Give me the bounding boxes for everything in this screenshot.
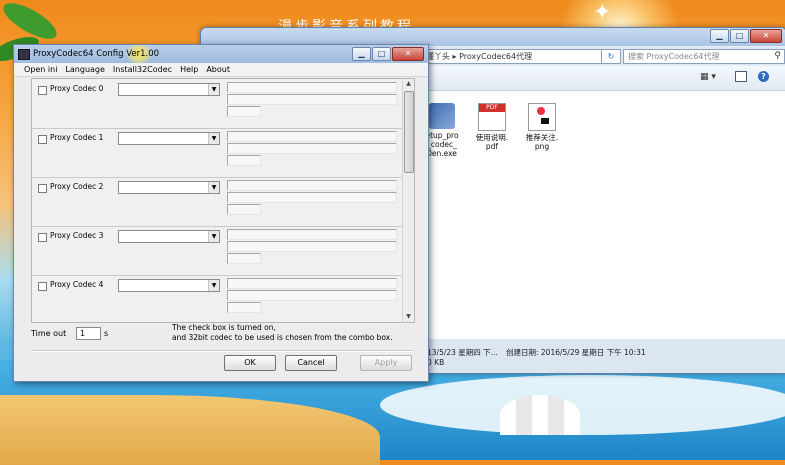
umbrella-decoration — [500, 395, 580, 435]
codec-label: Proxy Codec 0 — [50, 84, 104, 93]
details-created: 创建日期: 2016/5/29 星期日 下午 10:31 — [506, 348, 646, 357]
close-button[interactable]: ✕ — [392, 47, 424, 61]
scroll-up-icon[interactable]: ▲ — [403, 79, 414, 89]
codec-combo[interactable]: ▼ — [118, 132, 220, 145]
codec-fourcc-field — [227, 106, 261, 117]
menu-bar: Open ini Language Install32Codec Help Ab… — [14, 63, 428, 77]
image-icon — [528, 103, 556, 131]
codec-info-field — [227, 192, 397, 203]
refresh-icon[interactable]: ↻ — [601, 49, 621, 64]
file-name: etup_pro _codec_ 0en.exe — [425, 131, 459, 158]
menu-open-ini[interactable]: Open ini — [20, 63, 61, 76]
codec-info-field — [227, 143, 397, 154]
minimize-button[interactable]: ▁ — [352, 47, 371, 61]
codec-row: Proxy Codec 3 ▼ — [32, 226, 402, 276]
codec-combo[interactable]: ▼ — [118, 83, 220, 96]
file-name: 使用说明. pdf — [475, 133, 509, 151]
codec-path-field — [227, 131, 397, 142]
apply-button[interactable]: Apply — [360, 355, 412, 371]
codec-path-field — [227, 180, 397, 191]
menu-help[interactable]: Help — [176, 63, 202, 76]
codec-list-panel: Proxy Codec 0 ▼ Proxy Codec 1 ▼ Proxy Co… — [31, 78, 415, 323]
wave-decoration — [380, 375, 785, 435]
sparkle-icon: ✦ — [593, 0, 612, 25]
codec-row: Proxy Codec 4 ▼ — [32, 275, 402, 322]
codec-fourcc-field — [227, 204, 261, 215]
search-input[interactable]: 搜索 ProxyCodec64代理 ⚲ — [623, 49, 785, 64]
address-field[interactable]: 懂丫头 ▸ ProxyCodec64代理 — [421, 49, 607, 64]
close-button[interactable]: ✕ — [750, 29, 782, 43]
codec-fourcc-field — [227, 302, 261, 313]
dialog-title: ProxyCodec64 Config Ver1.00 — [33, 49, 160, 59]
codec-combo[interactable]: ▼ — [118, 181, 220, 194]
ok-button[interactable]: OK — [224, 355, 276, 371]
codec-label: Proxy Codec 1 — [50, 133, 104, 142]
help-icon[interactable]: ? — [758, 71, 769, 82]
codec-label: Proxy Codec 3 — [50, 231, 104, 240]
file-name: 推荐关注. png — [525, 133, 559, 151]
codec-combo[interactable]: ▼ — [118, 279, 220, 292]
codec-info-field — [227, 290, 397, 301]
installer-icon — [429, 103, 455, 129]
codec-label: Proxy Codec 4 — [50, 280, 104, 289]
chevron-down-icon[interactable]: ▼ — [208, 280, 219, 291]
codec-checkbox[interactable] — [38, 282, 47, 291]
menu-install32codec[interactable]: Install32Codec — [109, 63, 176, 76]
menu-language[interactable]: Language — [61, 63, 108, 76]
codec-checkbox[interactable] — [38, 135, 47, 144]
codec-path-field — [227, 82, 397, 93]
codec-checkbox[interactable] — [38, 184, 47, 193]
file-item-pdf[interactable]: PDF 使用说明. pdf — [469, 103, 515, 151]
timeout-input[interactable]: 1 — [76, 327, 101, 340]
search-placeholder: 搜索 ProxyCodec64代理 — [628, 52, 720, 61]
divider — [31, 350, 413, 352]
scroll-thumb[interactable] — [404, 91, 414, 173]
scroll-down-icon[interactable]: ▼ — [403, 312, 414, 322]
codec-row: Proxy Codec 0 ▼ — [32, 79, 402, 129]
details-modified: 13/5/23 星期四 下... — [427, 348, 498, 357]
codec-fourcc-field — [227, 253, 261, 264]
help-line-1: The check box is turned on, — [172, 323, 276, 332]
menu-about[interactable]: About — [202, 63, 234, 76]
codec-checkbox[interactable] — [38, 86, 47, 95]
timeout-unit: s — [104, 329, 109, 338]
dialog-titlebar[interactable]: ProxyCodec64 Config Ver1.00 ▁ □ ✕ — [14, 45, 428, 63]
codec-row: Proxy Codec 2 ▼ — [32, 177, 402, 227]
chevron-down-icon[interactable]: ▼ — [208, 84, 219, 95]
file-item-png[interactable]: 推荐关注. png — [519, 103, 565, 151]
codec-info-field — [227, 94, 397, 105]
codec-path-field — [227, 229, 397, 240]
codec-combo[interactable]: ▼ — [118, 230, 220, 243]
codec-row: Proxy Codec 1 ▼ — [32, 128, 402, 178]
cancel-button[interactable]: Cancel — [285, 355, 337, 371]
help-line-2: and 32bit codec to be used is chosen fro… — [172, 333, 393, 342]
search-icon[interactable]: ⚲ — [774, 50, 781, 63]
chevron-down-icon[interactable]: ▼ — [208, 133, 219, 144]
codec-checkbox[interactable] — [38, 233, 47, 242]
app-icon — [18, 49, 30, 60]
maximize-button[interactable]: □ — [730, 29, 749, 43]
timeout-label: Time out — [31, 329, 67, 338]
codec-info-field — [227, 241, 397, 252]
maximize-button[interactable]: □ — [372, 47, 391, 61]
proxycodec-dialog[interactable]: ProxyCodec64 Config Ver1.00 ▁ □ ✕ Open i… — [13, 44, 429, 382]
codec-label: Proxy Codec 2 — [50, 182, 104, 191]
details-size: 0 KB — [427, 358, 445, 367]
codec-path-field — [227, 278, 397, 289]
minimize-button[interactable]: ▁ — [710, 29, 729, 43]
vertical-scrollbar[interactable]: ▲ ▼ — [402, 79, 414, 322]
chevron-down-icon[interactable]: ▼ — [208, 182, 219, 193]
preview-pane-icon[interactable] — [735, 71, 747, 82]
view-options-icon[interactable]: ▦ ▾ — [700, 72, 716, 82]
help-text: The check box is turned on, and 32bit co… — [172, 323, 393, 343]
chevron-down-icon[interactable]: ▼ — [208, 231, 219, 242]
pdf-icon: PDF — [478, 103, 506, 131]
codec-fourcc-field — [227, 155, 261, 166]
